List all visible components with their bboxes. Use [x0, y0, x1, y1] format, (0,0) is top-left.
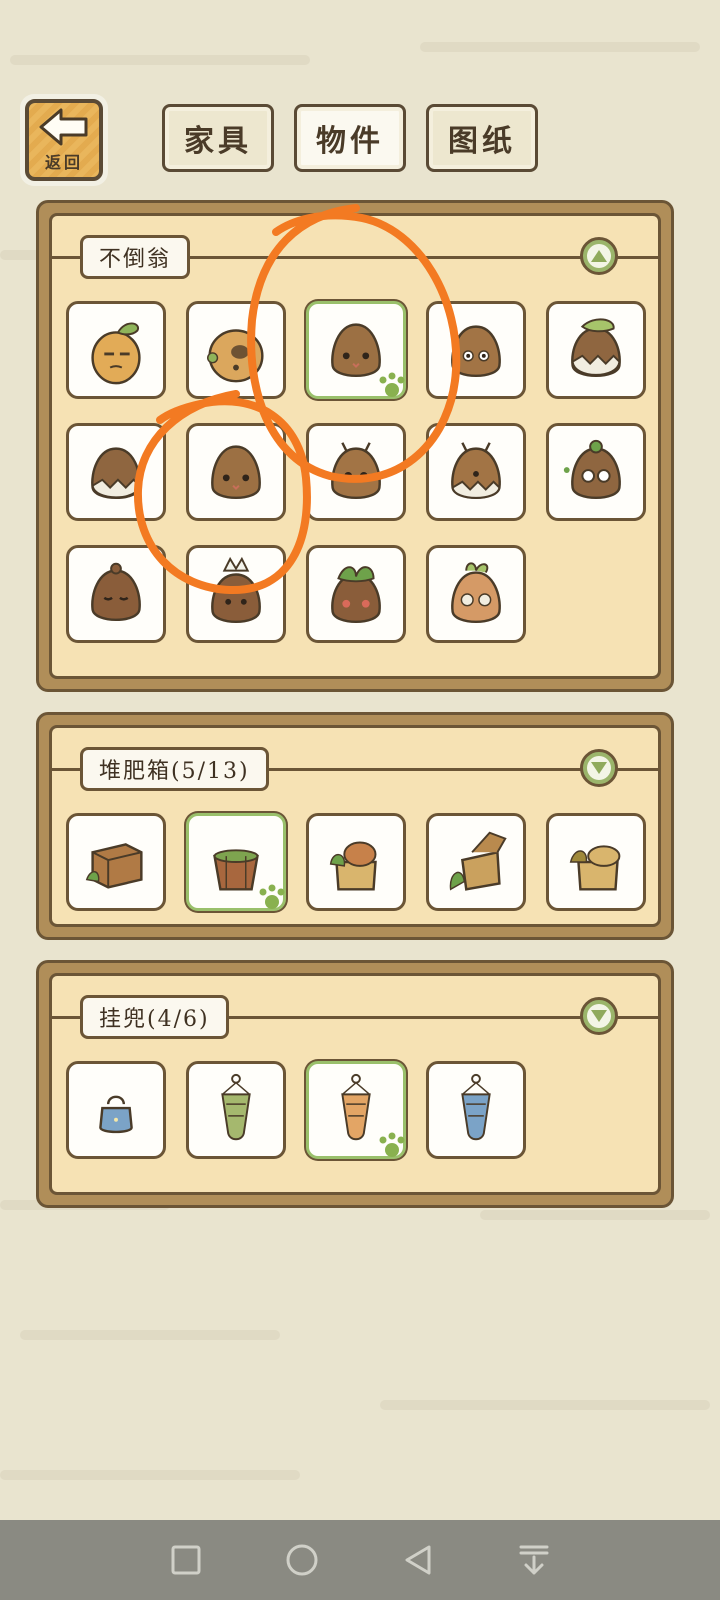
section-title-text: 堆肥箱(5/13): [99, 759, 250, 784]
chevron-down-icon: [591, 1010, 607, 1022]
frog-paw-icon: [379, 1132, 405, 1157]
tab-furniture[interactable]: 家具: [162, 104, 274, 172]
back-button[interactable]: 返回: [20, 94, 108, 186]
compost-basket-icon: [329, 841, 377, 891]
item-grid: [66, 813, 646, 911]
grid-item[interactable]: [306, 423, 406, 521]
tumbler-leaf-glasses-icon: [91, 322, 141, 385]
grid-item[interactable]: [546, 423, 646, 521]
square-icon: [171, 1545, 201, 1575]
grid-item[interactable]: [186, 545, 286, 643]
grid-item[interactable]: [66, 301, 166, 399]
section-title: 挂兜(4/6): [80, 995, 229, 1039]
grid-item[interactable]: [66, 813, 166, 911]
frog-paw-icon: [379, 372, 405, 397]
tumbler-spotted-icon: [206, 329, 264, 383]
tumbler-flower-icon: [211, 556, 261, 623]
item-grid: [66, 301, 646, 643]
blue-pouch-icon: [99, 1095, 133, 1134]
grid-item[interactable]: [186, 301, 286, 399]
section-compost-bin: 堆肥箱(5/13): [36, 712, 674, 940]
item-grid: [66, 1061, 646, 1159]
compost-pot-icon: [569, 845, 621, 891]
tumbler-plain-icon: [211, 445, 261, 499]
section-title-text: 不倒翁: [99, 247, 172, 272]
grid-item[interactable]: [426, 545, 526, 643]
arrow-left-icon: [39, 108, 88, 146]
grid-item[interactable]: [186, 1061, 286, 1159]
tumbler-skull-icon: [451, 562, 501, 623]
tab-blueprints[interactable]: 图纸: [426, 104, 538, 172]
section-title: 不倒翁: [80, 235, 191, 279]
grid-item[interactable]: [426, 423, 526, 521]
grid-item-selected[interactable]: [186, 813, 286, 911]
home-button[interactable]: [279, 1537, 325, 1583]
expand-toggle[interactable]: [580, 749, 618, 787]
grid-item-selected[interactable]: [306, 301, 406, 399]
wooden-crate-icon: [85, 843, 143, 889]
grid-item[interactable]: [306, 813, 406, 911]
chevron-down-icon: [591, 762, 607, 774]
grid-item[interactable]: [66, 1061, 166, 1159]
section-title-text: 挂兜(4/6): [99, 1007, 210, 1032]
grid-item[interactable]: [66, 545, 166, 643]
grid-item[interactable]: [306, 545, 406, 643]
tumbler-eyes-icon: [451, 325, 501, 377]
grid-item-selected[interactable]: [306, 1061, 406, 1159]
blue-net-bag-icon: [461, 1073, 491, 1141]
triangle-back-icon: [405, 1545, 431, 1575]
recent-apps-button[interactable]: [163, 1537, 209, 1583]
pull-down-icon: [519, 1545, 549, 1575]
grid-item[interactable]: [546, 301, 646, 399]
tumbler-leafy-icon: [331, 566, 381, 623]
section-tumbler: 不倒翁: [36, 200, 674, 692]
grid-item[interactable]: [426, 1061, 526, 1159]
collapse-toggle[interactable]: [580, 237, 618, 275]
chevron-up-icon: [591, 250, 607, 262]
system-nav-bar: [0, 1520, 720, 1600]
tumbler-sleeping-icon: [91, 562, 141, 621]
tumbler-eggshell-leaf-icon: [571, 318, 621, 377]
expand-toggle[interactable]: [580, 997, 618, 1035]
tab-items[interactable]: 物件: [294, 104, 406, 172]
grid-item[interactable]: [66, 423, 166, 521]
system-back-button[interactable]: [395, 1537, 441, 1583]
tumbler-antenna-eggshell-icon: [451, 442, 501, 499]
back-label: 返回: [44, 153, 83, 172]
tab-label: 物件: [316, 124, 384, 159]
grid-item[interactable]: [186, 423, 286, 521]
circle-icon: [286, 1544, 318, 1576]
section-title: 堆肥箱(5/13): [80, 747, 269, 791]
section-hanging-bag: 挂兜(4/6): [36, 960, 674, 1208]
notification-shade-button[interactable]: [511, 1537, 557, 1583]
grid-item[interactable]: [546, 813, 646, 911]
tumbler-sprout-glasses-icon: [563, 439, 621, 499]
tab-label: 家具: [184, 124, 252, 159]
grid-item[interactable]: [426, 813, 526, 911]
tumbler-eggshell-icon: [91, 447, 141, 499]
grid-item[interactable]: [426, 301, 526, 399]
tumbler-antenna-icon: [331, 442, 381, 499]
frog-paw-icon: [259, 884, 285, 909]
tab-label: 图纸: [448, 124, 516, 159]
open-crate-icon: [449, 831, 507, 891]
green-net-bag-icon: [221, 1073, 251, 1141]
